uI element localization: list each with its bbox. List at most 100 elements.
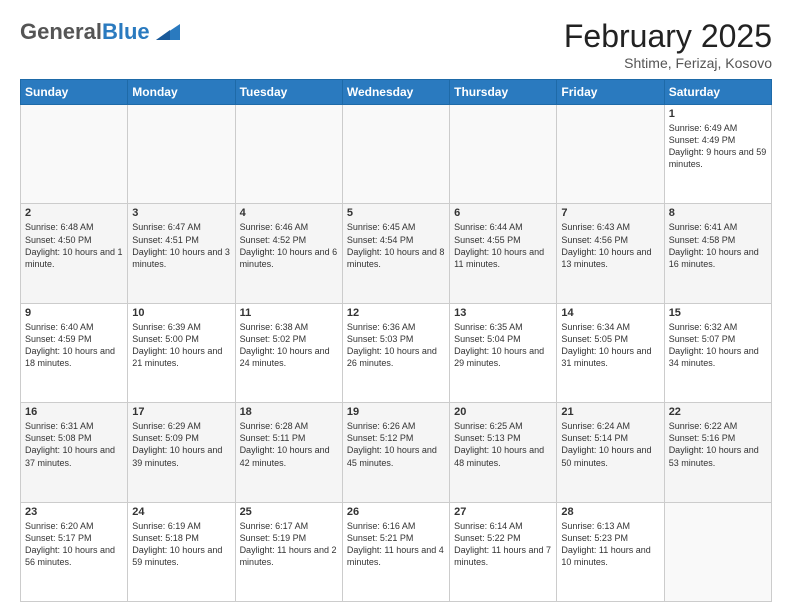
day-number: 7 — [561, 207, 659, 219]
calendar-cell: 8Sunrise: 6:41 AM Sunset: 4:58 PM Daylig… — [664, 204, 771, 303]
calendar-cell: 11 Sunrise: 6:38 AM Sunset: 5:02 PM Dayli… — [235, 303, 342, 402]
day-number: 25 — [240, 506, 338, 518]
day-number: 19 — [347, 406, 445, 418]
calendar-cell — [342, 105, 449, 204]
day-number: 22 — [669, 406, 767, 418]
calendar-cell: 2Sunrise: 6:48 AM Sunset: 4:50 PM Daylig… — [21, 204, 128, 303]
calendar-cell: 4 Sunrise: 6:46 AM Sunset: 4:52 PM Daylig… — [235, 204, 342, 303]
calendar-cell — [235, 105, 342, 204]
day-number: 9 — [25, 307, 123, 319]
day-info: Sunrise: 6:46 AM Sunset: 4:52 PM Dayligh… — [240, 221, 338, 270]
day-info: Sunrise: 6:20 AM Sunset: 5:17 PM Dayligh… — [25, 520, 123, 569]
calendar-cell: 6 Sunrise: 6:44 AM Sunset: 4:55 PM Daylig… — [450, 204, 557, 303]
calendar-cell: 13Sunrise: 6:35 AM Sunset: 5:04 PM Dayli… — [450, 303, 557, 402]
day-number: 13 — [454, 307, 552, 319]
day-info: Sunrise: 6:19 AM Sunset: 5:18 PM Dayligh… — [132, 520, 230, 569]
day-info: Sunrise: 6:13 AM Sunset: 5:23 PM Dayligh… — [561, 520, 659, 569]
header: GeneralBlue February 2025 Shtime, Feriza… — [20, 18, 772, 71]
calendar-cell: 22 Sunrise: 6:22 AM Sunset: 5:16 PM Dayli… — [664, 403, 771, 502]
day-info: Sunrise: 6:32 AM Sunset: 5:07 PM Dayligh… — [669, 321, 767, 370]
day-info: Sunrise: 6:49 AM Sunset: 4:49 PM Dayligh… — [669, 122, 767, 171]
day-info: Sunrise: 6:31 AM Sunset: 5:08 PM Dayligh… — [25, 420, 123, 469]
day-number: 11 — [240, 307, 338, 319]
calendar-title: February 2025 — [564, 18, 772, 55]
weekday-header: Monday — [128, 80, 235, 105]
weekday-header: Thursday — [450, 80, 557, 105]
calendar-subtitle: Shtime, Ferizaj, Kosovo — [564, 55, 772, 71]
day-info: Sunrise: 6:24 AM Sunset: 5:14 PM Dayligh… — [561, 420, 659, 469]
logo: GeneralBlue — [20, 18, 180, 46]
logo-general: GeneralBlue — [20, 20, 150, 44]
day-info: Sunrise: 6:16 AM Sunset: 5:21 PM Dayligh… — [347, 520, 445, 569]
weekday-header-row: SundayMondayTuesdayWednesdayThursdayFrid… — [21, 80, 772, 105]
day-number: 27 — [454, 506, 552, 518]
day-number: 14 — [561, 307, 659, 319]
day-number: 3 — [132, 207, 230, 219]
day-info: Sunrise: 6:29 AM Sunset: 5:09 PM Dayligh… — [132, 420, 230, 469]
calendar-cell: 1 Sunrise: 6:49 AM Sunset: 4:49 PM Daylig… — [664, 105, 771, 204]
calendar-cell — [21, 105, 128, 204]
day-number: 18 — [240, 406, 338, 418]
calendar-cell: 7Sunrise: 6:43 AM Sunset: 4:56 PM Daylig… — [557, 204, 664, 303]
weekday-header: Wednesday — [342, 80, 449, 105]
day-number: 17 — [132, 406, 230, 418]
day-info: Sunrise: 6:44 AM Sunset: 4:55 PM Dayligh… — [454, 221, 552, 270]
day-info: Sunrise: 6:38 AM Sunset: 5:02 PM Dayligh… — [240, 321, 338, 370]
calendar-cell: 23 Sunrise: 6:20 AM Sunset: 5:17 PM Dayli… — [21, 502, 128, 601]
day-info: Sunrise: 6:34 AM Sunset: 5:05 PM Dayligh… — [561, 321, 659, 370]
calendar-row: 2Sunrise: 6:48 AM Sunset: 4:50 PM Daylig… — [21, 204, 772, 303]
calendar-cell: 28 Sunrise: 6:13 AM Sunset: 5:23 PM Dayli… — [557, 502, 664, 601]
day-number: 26 — [347, 506, 445, 518]
day-info: Sunrise: 6:45 AM Sunset: 4:54 PM Dayligh… — [347, 221, 445, 270]
weekday-header: Friday — [557, 80, 664, 105]
day-info: Sunrise: 6:36 AM Sunset: 5:03 PM Dayligh… — [347, 321, 445, 370]
calendar-cell: 17 Sunrise: 6:29 AM Sunset: 5:09 PM Dayli… — [128, 403, 235, 502]
calendar-row: 9 Sunrise: 6:40 AM Sunset: 4:59 PM Daylig… — [21, 303, 772, 402]
day-info: Sunrise: 6:25 AM Sunset: 5:13 PM Dayligh… — [454, 420, 552, 469]
calendar-cell: 27 Sunrise: 6:14 AM Sunset: 5:22 PM Dayli… — [450, 502, 557, 601]
calendar-cell: 26 Sunrise: 6:16 AM Sunset: 5:21 PM Dayli… — [342, 502, 449, 601]
day-number: 28 — [561, 506, 659, 518]
calendar-cell: 14 Sunrise: 6:34 AM Sunset: 5:05 PM Dayli… — [557, 303, 664, 402]
weekday-header: Tuesday — [235, 80, 342, 105]
calendar-cell: 10Sunrise: 6:39 AM Sunset: 5:00 PM Dayli… — [128, 303, 235, 402]
day-number: 8 — [669, 207, 767, 219]
calendar-cell: 18 Sunrise: 6:28 AM Sunset: 5:11 PM Dayli… — [235, 403, 342, 502]
day-number: 21 — [561, 406, 659, 418]
calendar-cell: 12 Sunrise: 6:36 AM Sunset: 5:03 PM Dayli… — [342, 303, 449, 402]
page: GeneralBlue February 2025 Shtime, Feriza… — [0, 0, 792, 612]
day-info: Sunrise: 6:40 AM Sunset: 4:59 PM Dayligh… — [25, 321, 123, 370]
day-number: 4 — [240, 207, 338, 219]
day-info: Sunrise: 6:28 AM Sunset: 5:11 PM Dayligh… — [240, 420, 338, 469]
day-number: 15 — [669, 307, 767, 319]
day-info: Sunrise: 6:22 AM Sunset: 5:16 PM Dayligh… — [669, 420, 767, 469]
day-number: 24 — [132, 506, 230, 518]
day-number: 6 — [454, 207, 552, 219]
calendar-cell: 25 Sunrise: 6:17 AM Sunset: 5:19 PM Dayli… — [235, 502, 342, 601]
day-number: 16 — [25, 406, 123, 418]
day-number: 12 — [347, 307, 445, 319]
day-info: Sunrise: 6:47 AM Sunset: 4:51 PM Dayligh… — [132, 221, 230, 270]
logo-icon — [152, 18, 180, 46]
day-number: 1 — [669, 108, 767, 120]
title-block: February 2025 Shtime, Ferizaj, Kosovo — [564, 18, 772, 71]
weekday-header: Saturday — [664, 80, 771, 105]
calendar-cell — [450, 105, 557, 204]
calendar-cell: 5Sunrise: 6:45 AM Sunset: 4:54 PM Daylig… — [342, 204, 449, 303]
day-info: Sunrise: 6:48 AM Sunset: 4:50 PM Dayligh… — [25, 221, 123, 270]
calendar-cell: 3 Sunrise: 6:47 AM Sunset: 4:51 PM Daylig… — [128, 204, 235, 303]
day-info: Sunrise: 6:17 AM Sunset: 5:19 PM Dayligh… — [240, 520, 338, 569]
calendar-table: SundayMondayTuesdayWednesdayThursdayFrid… — [20, 79, 772, 602]
calendar-cell: 16 Sunrise: 6:31 AM Sunset: 5:08 PM Dayli… — [21, 403, 128, 502]
day-info: Sunrise: 6:14 AM Sunset: 5:22 PM Dayligh… — [454, 520, 552, 569]
weekday-header: Sunday — [21, 80, 128, 105]
calendar-row: 23 Sunrise: 6:20 AM Sunset: 5:17 PM Dayli… — [21, 502, 772, 601]
day-number: 23 — [25, 506, 123, 518]
calendar-cell — [128, 105, 235, 204]
calendar-cell: 9 Sunrise: 6:40 AM Sunset: 4:59 PM Daylig… — [21, 303, 128, 402]
calendar-cell: 20Sunrise: 6:25 AM Sunset: 5:13 PM Dayli… — [450, 403, 557, 502]
calendar-cell: 15 Sunrise: 6:32 AM Sunset: 5:07 PM Dayli… — [664, 303, 771, 402]
calendar-cell: 24 Sunrise: 6:19 AM Sunset: 5:18 PM Dayli… — [128, 502, 235, 601]
calendar-cell — [557, 105, 664, 204]
calendar-cell: 19Sunrise: 6:26 AM Sunset: 5:12 PM Dayli… — [342, 403, 449, 502]
